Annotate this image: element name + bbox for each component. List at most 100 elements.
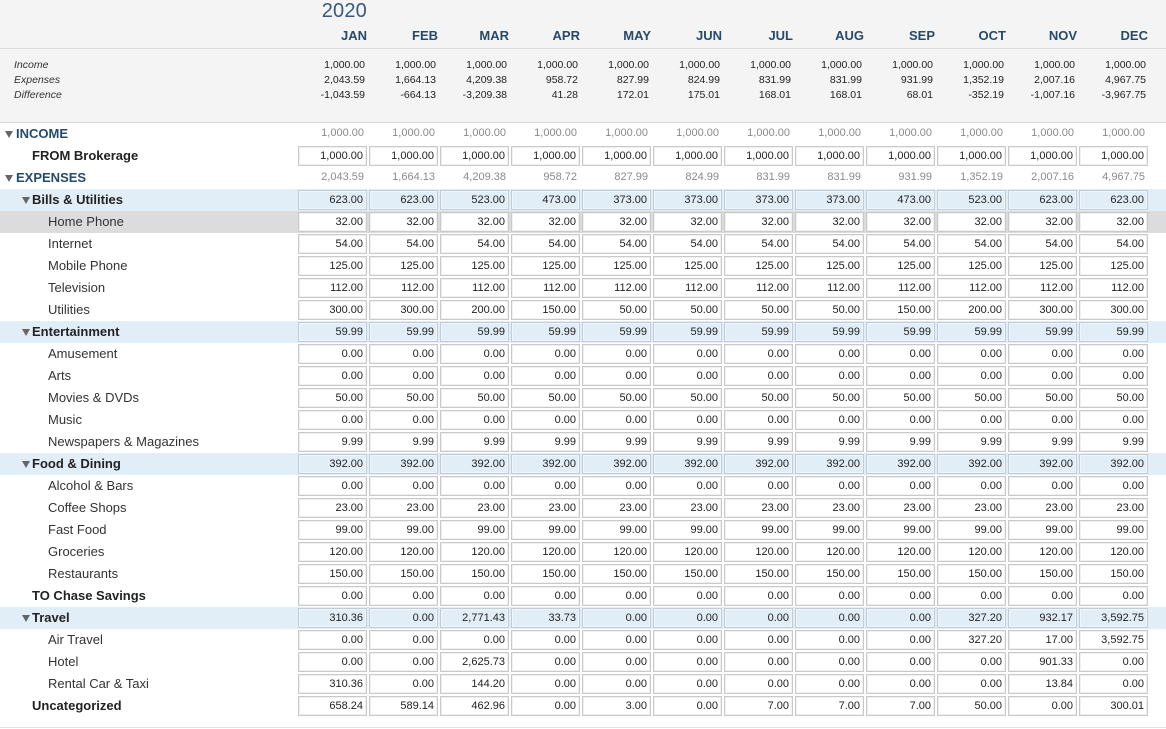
budget-cell-may[interactable]: 373.00 (582, 190, 651, 210)
budget-cell-may[interactable]: 0.00 (582, 630, 651, 650)
budget-cell-mar[interactable]: 144.20 (440, 674, 509, 694)
budget-cell-feb[interactable]: 0.00 (369, 674, 438, 694)
budget-cell-aug[interactable]: 0.00 (795, 630, 864, 650)
budget-cell-feb[interactable]: 54.00 (369, 234, 438, 254)
table-row-uncategorized[interactable]: Uncategorized 658.24 589.14 462.96 0.00 3.00 0… (0, 695, 1166, 717)
budget-cell-jan[interactable]: 392.00 (298, 454, 367, 474)
table-row-utilities[interactable]: Utilities 300.00 300.00 200.00 150.00 50.00 50… (0, 299, 1166, 321)
budget-cell-jun[interactable]: 59.99 (653, 322, 722, 342)
budget-cell-dec[interactable]: 0.00 (1079, 586, 1148, 606)
budget-cell-feb[interactable]: 120.00 (369, 542, 438, 562)
budget-cell-nov[interactable]: 50.00 (1008, 388, 1077, 408)
budget-cell-dec[interactable]: 3,592.75 (1079, 630, 1148, 650)
budget-cell-may[interactable]: 125.00 (582, 256, 651, 276)
budget-cell-oct[interactable]: 112.00 (937, 278, 1006, 298)
disclosure-triangle-icon[interactable] (22, 329, 30, 336)
table-row-rental-car-taxi[interactable]: Rental Car & Taxi 310.36 0.00 144.20 0.00 0.0… (0, 673, 1166, 695)
budget-cell-jun[interactable]: 50.00 (653, 300, 722, 320)
budget-cell-oct[interactable]: 9.99 (937, 432, 1006, 452)
budget-cell-apr[interactable]: 33.73 (511, 608, 580, 628)
budget-cell-jul[interactable]: 50.00 (724, 300, 793, 320)
budget-cell-oct[interactable]: 392.00 (937, 454, 1006, 474)
budget-cell-aug[interactable]: 120.00 (795, 542, 864, 562)
budget-cell-apr[interactable]: 99.00 (511, 520, 580, 540)
budget-cell-may[interactable]: 1,000.00 (582, 146, 651, 166)
budget-cell-jan[interactable]: 50.00 (298, 388, 367, 408)
budget-cell-feb[interactable]: 0.00 (369, 366, 438, 386)
budget-cell-jun[interactable]: 1,000.00 (653, 146, 722, 166)
budget-cell-dec[interactable]: 99.00 (1079, 520, 1148, 540)
budget-cell-nov[interactable]: 99.00 (1008, 520, 1077, 540)
budget-cell-mar[interactable]: 0.00 (440, 366, 509, 386)
table-row-internet[interactable]: Internet 54.00 54.00 54.00 54.00 54.00 54.00 54… (0, 233, 1166, 255)
budget-cell-nov[interactable]: 0.00 (1008, 344, 1077, 364)
budget-cell-dec[interactable]: 50.00 (1079, 388, 1148, 408)
budget-cell-may[interactable]: 112.00 (582, 278, 651, 298)
budget-cell-aug[interactable]: 0.00 (795, 344, 864, 364)
budget-cell-jan[interactable]: 0.00 (298, 344, 367, 364)
budget-cell-feb[interactable]: 9.99 (369, 432, 438, 452)
budget-cell-dec[interactable]: 623.00 (1079, 190, 1148, 210)
budget-cell-mar[interactable]: 1,000.00 (440, 146, 509, 166)
budget-cell-dec[interactable]: 59.99 (1079, 322, 1148, 342)
table-row-arts[interactable]: Arts 0.00 0.00 0.00 0.00 0.00 0.00 0.00 0.00 0.00… (0, 365, 1166, 387)
budget-cell-may[interactable]: 0.00 (582, 366, 651, 386)
budget-cell-sep[interactable]: 473.00 (866, 190, 935, 210)
budget-cell-nov[interactable]: 54.00 (1008, 234, 1077, 254)
budget-cell-aug[interactable]: 0.00 (795, 366, 864, 386)
budget-cell-dec[interactable]: 392.00 (1079, 454, 1148, 474)
budget-cell-oct[interactable]: 120.00 (937, 542, 1006, 562)
budget-cell-jun[interactable]: 54.00 (653, 234, 722, 254)
budget-cell-jan[interactable]: 300.00 (298, 300, 367, 320)
budget-cell-jul[interactable]: 112.00 (724, 278, 793, 298)
budget-cell-jan[interactable]: 112.00 (298, 278, 367, 298)
budget-cell-nov[interactable]: 0.00 (1008, 586, 1077, 606)
budget-cell-apr[interactable]: 0.00 (511, 652, 580, 672)
budget-cell-jun[interactable]: 150.00 (653, 564, 722, 584)
budget-cell-dec[interactable]: 120.00 (1079, 542, 1148, 562)
budget-cell-aug[interactable]: 50.00 (795, 300, 864, 320)
budget-cell-jan[interactable]: 0.00 (298, 652, 367, 672)
budget-cell-sep[interactable]: 99.00 (866, 520, 935, 540)
budget-cell-dec[interactable]: 54.00 (1079, 234, 1148, 254)
disclosure-triangle-icon[interactable] (22, 197, 30, 204)
budget-cell-jun[interactable]: 0.00 (653, 586, 722, 606)
budget-cell-sep[interactable]: 32.00 (866, 212, 935, 232)
budget-cell-aug[interactable]: 54.00 (795, 234, 864, 254)
budget-cell-apr[interactable]: 392.00 (511, 454, 580, 474)
budget-cell-dec[interactable]: 0.00 (1079, 476, 1148, 496)
table-row-restaurants[interactable]: Restaurants 150.00 150.00 150.00 150.00 150.0… (0, 563, 1166, 585)
budget-cell-apr[interactable]: 54.00 (511, 234, 580, 254)
budget-cell-nov[interactable]: 112.00 (1008, 278, 1077, 298)
budget-cell-nov[interactable]: 23.00 (1008, 498, 1077, 518)
budget-cell-feb[interactable]: 0.00 (369, 630, 438, 650)
budget-cell-mar[interactable]: 392.00 (440, 454, 509, 474)
table-row-television[interactable]: Television 112.00 112.00 112.00 112.00 112.00… (0, 277, 1166, 299)
budget-cell-sep[interactable]: 0.00 (866, 476, 935, 496)
budget-cell-oct[interactable]: 50.00 (937, 388, 1006, 408)
budget-cell-feb[interactable]: 23.00 (369, 498, 438, 518)
budget-cell-apr[interactable]: 59.99 (511, 322, 580, 342)
table-row-coffee-shops[interactable]: Coffee Shops 23.00 23.00 23.00 23.00 23.00 23.… (0, 497, 1166, 519)
budget-cell-sep[interactable]: 112.00 (866, 278, 935, 298)
budget-cell-feb[interactable]: 59.99 (369, 322, 438, 342)
budget-cell-feb[interactable]: 50.00 (369, 388, 438, 408)
budget-cell-nov[interactable]: 125.00 (1008, 256, 1077, 276)
budget-cell-feb[interactable]: 0.00 (369, 652, 438, 672)
table-row-groceries[interactable]: Groceries 120.00 120.00 120.00 120.00 120.00 1… (0, 541, 1166, 563)
budget-cell-jun[interactable]: 9.99 (653, 432, 722, 452)
budget-cell-jun[interactable]: 50.00 (653, 388, 722, 408)
budget-cell-apr[interactable]: 0.00 (511, 476, 580, 496)
budget-cell-feb[interactable]: 392.00 (369, 454, 438, 474)
budget-cell-apr[interactable]: 0.00 (511, 366, 580, 386)
budget-cell-jun[interactable]: 373.00 (653, 190, 722, 210)
budget-cell-dec[interactable]: 3,592.75 (1079, 608, 1148, 628)
budget-cell-jul[interactable]: 0.00 (724, 344, 793, 364)
disclosure-triangle-icon[interactable] (5, 131, 13, 138)
budget-cell-dec[interactable]: 300.01 (1079, 696, 1148, 716)
budget-cell-jun[interactable]: 0.00 (653, 344, 722, 364)
budget-cell-may[interactable]: 50.00 (582, 388, 651, 408)
budget-cell-sep[interactable]: 150.00 (866, 564, 935, 584)
budget-cell-aug[interactable]: 23.00 (795, 498, 864, 518)
budget-cell-oct[interactable]: 125.00 (937, 256, 1006, 276)
